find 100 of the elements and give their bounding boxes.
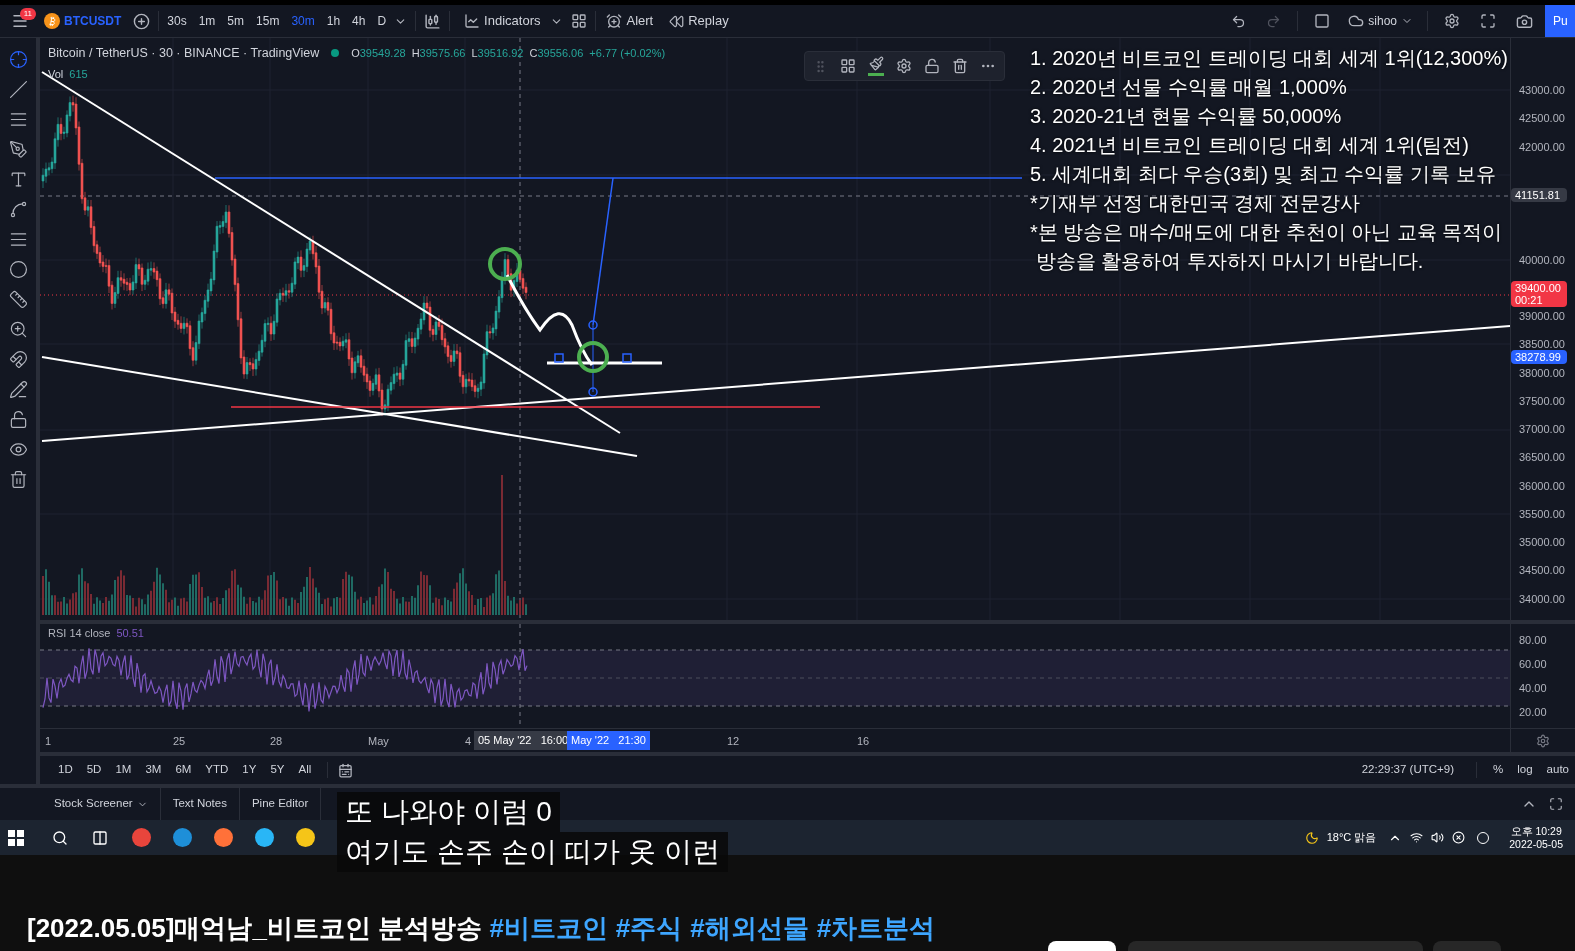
grid-plus-icon[interactable] bbox=[840, 58, 856, 74]
eye-icon[interactable] bbox=[8, 440, 28, 459]
account-button[interactable]: sihoo bbox=[1342, 7, 1419, 35]
interval-button[interactable]: 30m bbox=[287, 12, 319, 30]
interval-button[interactable]: 1h bbox=[322, 12, 345, 30]
hashtag-link[interactable]: #해외선물 bbox=[690, 913, 809, 943]
range-button[interactable]: 1Y bbox=[236, 761, 263, 779]
overlay-caption-line: 방송을 활용하여 투자하지 마시기 바랍니다. bbox=[1034, 249, 1425, 274]
price-badge: 38278.99 bbox=[1511, 350, 1567, 364]
rsi-value: 50.51 bbox=[116, 626, 144, 641]
pen-tool-icon[interactable] bbox=[8, 140, 28, 159]
interval-button[interactable]: 4h bbox=[348, 12, 370, 30]
maximize-icon[interactable] bbox=[1549, 797, 1563, 811]
interval-button[interactable]: 1m bbox=[194, 12, 220, 30]
hashtag-link[interactable]: #차트분석 bbox=[816, 913, 936, 943]
range-button[interactable]: 1M bbox=[109, 761, 138, 779]
rewind-icon bbox=[669, 13, 685, 29]
range-button[interactable]: 5D bbox=[80, 761, 108, 779]
anchor-handle[interactable] bbox=[622, 353, 632, 363]
interval-button[interactable]: D bbox=[373, 12, 391, 30]
pattern-tool-icon[interactable] bbox=[8, 200, 28, 219]
zoom-in-icon[interactable] bbox=[8, 320, 28, 339]
range-button[interactable]: YTD bbox=[199, 761, 235, 779]
app-icon[interactable] bbox=[255, 828, 274, 847]
anchor-handle[interactable] bbox=[588, 320, 598, 330]
date-range-icon[interactable] bbox=[338, 762, 354, 778]
replay-button[interactable]: Replay bbox=[663, 7, 735, 35]
price-tick: 38500.00 bbox=[1519, 337, 1565, 352]
crosshair-icon[interactable] bbox=[8, 50, 28, 69]
settings-icon[interactable] bbox=[896, 58, 912, 74]
candles-icon[interactable] bbox=[424, 12, 442, 30]
trash-icon[interactable] bbox=[952, 58, 968, 74]
clock: 22:29:37 (UTC+9) bbox=[1361, 762, 1454, 778]
search-icon[interactable] bbox=[52, 829, 68, 846]
interval-button[interactable]: 30s bbox=[163, 12, 191, 30]
price-tick: 38000.00 bbox=[1519, 365, 1565, 380]
volume-icon[interactable] bbox=[1431, 831, 1445, 844]
windows-logo-icon[interactable] bbox=[8, 829, 24, 846]
ruler-icon[interactable] bbox=[8, 290, 28, 309]
horizontal-lines-tool-icon[interactable] bbox=[8, 110, 28, 129]
taskbar-date: 2022-05-05 bbox=[1509, 837, 1563, 851]
overlay-caption-line: 2. 2020년 선물 수익률 매월 1,000% bbox=[1030, 75, 1348, 100]
lock-open-icon[interactable] bbox=[8, 410, 28, 429]
subscribe-pill[interactable] bbox=[1048, 941, 1116, 951]
ohlc-value: C39556.06 bbox=[529, 46, 584, 62]
price-tick: 36500.00 bbox=[1519, 450, 1565, 465]
range-button[interactable]: 5Y bbox=[264, 761, 291, 779]
range-button[interactable]: 6M bbox=[169, 761, 198, 779]
trend-line-tool-icon[interactable] bbox=[8, 80, 28, 99]
pencil-lock-icon[interactable] bbox=[8, 380, 28, 399]
axis-settings-icon[interactable] bbox=[1536, 733, 1550, 748]
interval-button[interactable]: 5m bbox=[223, 12, 249, 30]
app-icon[interactable] bbox=[132, 828, 151, 847]
app-icon[interactable] bbox=[214, 828, 233, 847]
scale-option[interactable]: auto bbox=[1540, 761, 1575, 779]
symbol-button[interactable]: BTCUSDT bbox=[40, 12, 126, 30]
paint-bucket-icon[interactable] bbox=[868, 56, 884, 76]
layout-grid-icon[interactable] bbox=[571, 13, 588, 29]
price-tick: 39000.00 bbox=[1519, 309, 1565, 323]
app-icon[interactable] bbox=[296, 828, 315, 847]
hashtag-link[interactable]: #비트코인 bbox=[489, 913, 608, 943]
scale-option[interactable]: log bbox=[1511, 761, 1539, 779]
interval-button[interactable]: 15m bbox=[252, 12, 284, 30]
range-button[interactable]: All bbox=[292, 761, 318, 779]
app-icon[interactable] bbox=[173, 828, 192, 847]
alert-button[interactable]: Alert bbox=[600, 7, 660, 35]
ohlc-value: O39549.28 bbox=[351, 46, 406, 62]
time-tick: 4 bbox=[465, 734, 472, 749]
trash-icon[interactable] bbox=[8, 470, 28, 489]
rsi-title: RSI 14 close bbox=[48, 626, 111, 641]
overlay-caption-line: 5. 세계대회 최다 우승(3회) 및 최고 수익률 기록 보유 bbox=[1030, 162, 1497, 187]
video-title: [2022.05.05]매억남_비트코인 분석방송 #비트코인 #주식 #해외선물 #차트분석 bbox=[27, 912, 937, 945]
settings-icon[interactable] bbox=[1444, 13, 1460, 29]
anchor-handle[interactable] bbox=[588, 387, 598, 397]
notification-count: 11 bbox=[19, 8, 36, 20]
circle-tool-icon[interactable] bbox=[8, 260, 28, 279]
circle-marker bbox=[488, 247, 522, 281]
price-tick: 34000.00 bbox=[1519, 591, 1565, 606]
publish-button[interactable]: Pu bbox=[1545, 5, 1575, 37]
lock-open-icon[interactable] bbox=[924, 58, 940, 74]
undo-icon[interactable] bbox=[1231, 13, 1247, 29]
fullscreen-icon[interactable] bbox=[1480, 13, 1496, 29]
camera-icon[interactable] bbox=[1516, 12, 1533, 30]
circle-marker bbox=[577, 341, 609, 373]
network-icon[interactable] bbox=[1410, 831, 1424, 844]
square-icon[interactable] bbox=[1314, 13, 1331, 29]
fib-tool-icon[interactable] bbox=[8, 230, 28, 249]
add-symbol-icon[interactable] bbox=[133, 12, 151, 30]
anchor-handle[interactable] bbox=[554, 353, 564, 363]
rsi-tick: 60.00 bbox=[1519, 656, 1548, 672]
hashtag-link[interactable]: #주식 bbox=[615, 913, 683, 943]
magnet-icon[interactable] bbox=[8, 350, 28, 369]
range-button[interactable]: 3M bbox=[139, 761, 168, 779]
status-icon[interactable] bbox=[1452, 831, 1466, 844]
task-view-icon[interactable] bbox=[92, 829, 108, 846]
indicators-button[interactable]: Indicators bbox=[458, 7, 547, 35]
volume-value: 615 bbox=[69, 67, 88, 82]
scale-option[interactable]: % bbox=[1487, 761, 1510, 779]
symbol-title: Bitcoin / TetherUS · 30 · BINANCE · TradingView bbox=[48, 45, 320, 62]
range-button[interactable]: 1D bbox=[52, 761, 79, 779]
